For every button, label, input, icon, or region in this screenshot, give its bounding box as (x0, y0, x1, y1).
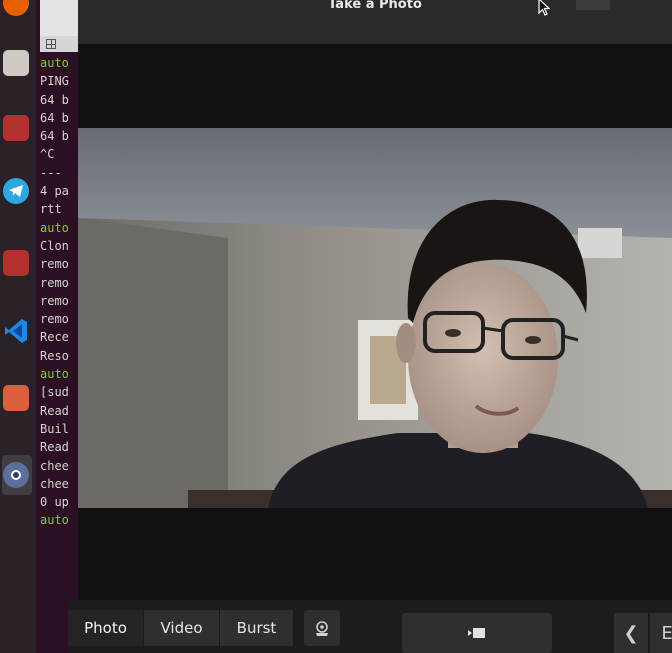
terminal-line: remo (40, 293, 69, 308)
mode-switcher: Photo Video Burst (68, 610, 294, 646)
terminal-line: remo (40, 275, 69, 290)
terminal-line: PING (40, 74, 69, 89)
vscode-icon[interactable] (3, 318, 29, 344)
camera-viewfinder (78, 128, 672, 508)
terminal-line: auto (40, 513, 69, 528)
terminal-line: Read (40, 440, 69, 455)
video-mode-button[interactable]: Video (144, 610, 220, 646)
terminal-line: Clon (40, 238, 69, 253)
terminal-line: 64 b (40, 92, 69, 107)
software-center-icon[interactable] (3, 385, 29, 411)
terminal-line: 0 up (40, 495, 69, 510)
firefox-icon[interactable] (3, 0, 29, 16)
terminal-line: Reso (40, 348, 69, 363)
camera-toolbar: Photo Video Burst ❮ E (68, 600, 672, 653)
terminal-line: 64 b (40, 110, 69, 125)
app-red-icon[interactable] (3, 115, 29, 141)
terminal-line: 64 b (40, 129, 69, 144)
next-button[interactable]: E (650, 613, 672, 653)
cheese-icon[interactable] (3, 462, 29, 488)
terminal-line: --- (40, 165, 62, 180)
files-icon[interactable] (3, 50, 29, 76)
terminal-line: remo (40, 312, 69, 327)
terminal-line: rtt (40, 202, 62, 217)
terminal-line: Buil (40, 421, 69, 436)
terminal-line: 4 pa (40, 184, 69, 199)
camera-shutter-icon (468, 628, 485, 638)
take-photo-button[interactable] (402, 613, 552, 653)
titlebar[interactable]: Take a Photo (78, 0, 672, 44)
terminal-line: [sud (40, 385, 69, 400)
burst-mode-button[interactable]: Burst (220, 610, 294, 646)
terminal-line: chee (40, 458, 69, 473)
window-control-button[interactable] (576, 0, 610, 10)
photo-mode-button[interactable]: Photo (68, 610, 144, 646)
terminal-line: Rece (40, 330, 69, 345)
webcam-preview-image (78, 128, 672, 508)
terminal-line: auto (40, 220, 69, 235)
app-red-icon-2[interactable] (3, 250, 29, 276)
effects-button[interactable] (304, 610, 340, 646)
terminal-line: chee (40, 476, 69, 491)
mouse-cursor-icon (538, 0, 550, 16)
terminal-line: remo (40, 257, 69, 272)
terminal-line: auto (40, 367, 69, 382)
terminal-output: auto PING 64 b 64 b 64 b ^C --- 4 pa rtt auto Clon… (40, 54, 69, 530)
terminal-line: auto (40, 56, 69, 70)
camera-app-window: Take a Photo Photo Video Burst ❮ E (68, 0, 672, 653)
effects-icon (316, 621, 328, 636)
launcher-dock (0, 0, 36, 653)
terminal-line: ^C (40, 147, 55, 162)
terminal-line: Read (40, 403, 69, 418)
new-tab-icon[interactable] (46, 39, 56, 49)
telegram-icon[interactable] (3, 178, 29, 204)
previous-button[interactable]: ❮ (614, 613, 648, 653)
